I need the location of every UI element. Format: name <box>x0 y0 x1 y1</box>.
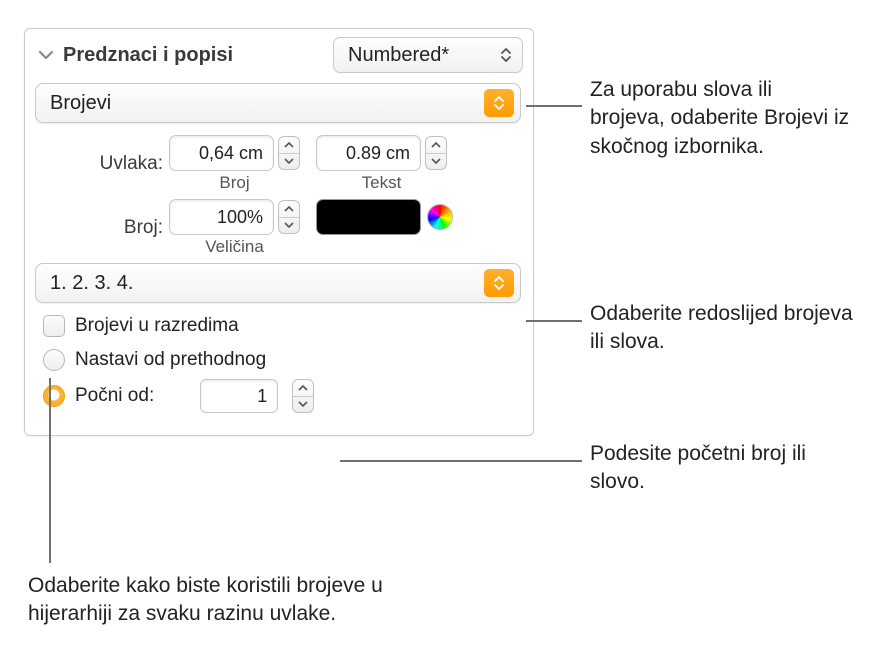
indent-label: Uvlaka: <box>73 153 163 175</box>
popup-chevron-icon <box>484 89 514 117</box>
start-from-label: Počni od: <box>75 385 154 407</box>
stepper-down-icon <box>293 397 313 413</box>
color-swatch[interactable] <box>316 199 421 235</box>
continue-label: Nastavi od prethodnog <box>75 349 266 371</box>
callout-line <box>526 320 582 322</box>
color-picker-icon[interactable] <box>427 204 453 230</box>
indent-text-input[interactable]: 0.89 cm <box>316 135 421 171</box>
panel-header: Predznaci i popisi Numbered* <box>35 37 523 73</box>
indent-number-input[interactable]: 0,64 cm <box>169 135 274 171</box>
stepper-up-icon <box>279 137 299 154</box>
tiered-label: Brojevi u razredima <box>75 315 239 337</box>
stepper-down-icon <box>279 154 299 170</box>
tiered-checkbox[interactable] <box>43 315 65 337</box>
section-title: Predznaci i popisi <box>63 44 327 67</box>
callout-text-1: Za uporabu slova ili brojeva, odaberite … <box>590 76 850 161</box>
size-label: Broj: <box>73 217 163 239</box>
tiered-numbers-row[interactable]: Brojevi u razredima <box>35 315 523 337</box>
continue-radio[interactable] <box>43 349 65 371</box>
list-type-popup[interactable]: Brojevi <box>35 83 521 123</box>
indent-text-stepper[interactable] <box>425 136 447 170</box>
size-stepper[interactable] <box>278 200 300 234</box>
callout-line <box>526 105 582 107</box>
size-input[interactable]: 100% <box>169 199 274 235</box>
indent-number-stepper[interactable] <box>278 136 300 170</box>
disclosure-icon[interactable] <box>35 44 57 66</box>
popup-chevron-icon <box>484 269 514 297</box>
callout-text-2: Odaberite redoslijed brojeva ili slova. <box>590 300 860 357</box>
start-value-stepper[interactable] <box>292 379 314 413</box>
callout-text-4: Odaberite kako biste koristili brojeve u… <box>28 572 468 629</box>
list-style-value: Numbered* <box>348 44 449 67</box>
updown-icon <box>500 46 512 64</box>
stepper-down-icon <box>426 154 446 170</box>
stepper-up-icon <box>426 137 446 154</box>
stepper-up-icon <box>279 201 299 218</box>
indent-text-caption: Tekst <box>362 173 402 193</box>
number-format-value: 1. 2. 3. 4. <box>50 272 133 295</box>
number-format-popup[interactable]: 1. 2. 3. 4. <box>35 263 521 303</box>
bullets-lists-panel: Predznaci i popisi Numbered* Brojevi Uvl… <box>24 28 534 436</box>
indent-number-caption: Broj <box>219 173 249 193</box>
callout-text-3: Podesite početni broj ili slovo. <box>590 440 820 497</box>
size-row: Broj: 100% Veličina <box>35 199 523 257</box>
size-caption: Veličina <box>205 237 264 257</box>
indent-row: Uvlaka: 0,64 cm Broj 0.89 cm Tekst <box>35 135 523 193</box>
list-type-value: Brojevi <box>50 92 111 115</box>
stepper-down-icon <box>279 218 299 234</box>
list-style-select[interactable]: Numbered* <box>333 37 523 73</box>
continue-radio-row[interactable]: Nastavi od prethodnog <box>35 349 523 371</box>
start-from-radio-row[interactable]: Počni od: 1 <box>35 379 523 413</box>
start-from-radio[interactable] <box>43 385 65 407</box>
callout-line <box>340 460 582 462</box>
start-value-input[interactable]: 1 <box>200 379 278 413</box>
callout-line <box>49 378 51 563</box>
stepper-up-icon <box>293 380 313 397</box>
